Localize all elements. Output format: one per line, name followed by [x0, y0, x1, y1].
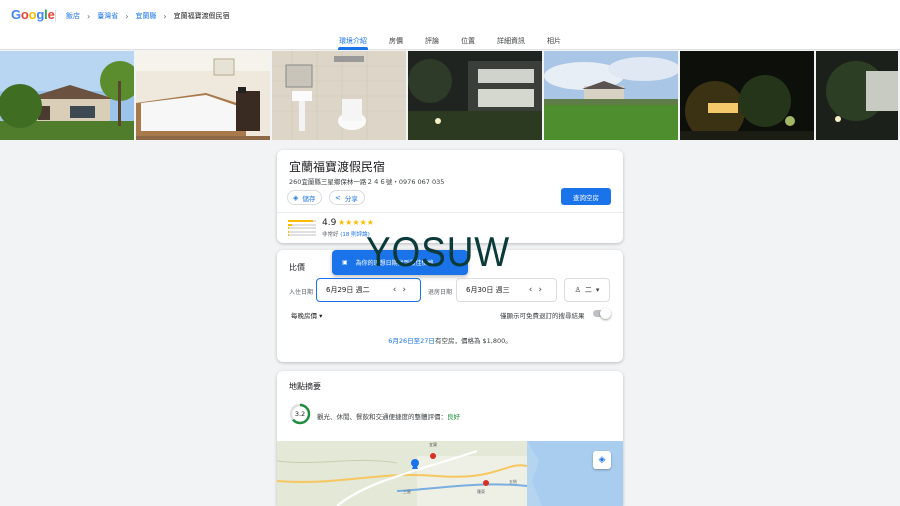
checkout-label: 退房日期 [428, 289, 453, 296]
breadcrumb-county[interactable]: 宜蘭縣 [135, 11, 156, 21]
location-summary-card: 地點摘要 3.2 觀光、休閒、餐飲和交通便捷度的整體評價：良好 宜蘭 五結 羅東… [277, 371, 623, 506]
photo-bedroom[interactable] [136, 51, 270, 140]
share-label: 分享 [344, 194, 358, 203]
person-icon: ♙ [574, 286, 581, 294]
chevron-right-icon: › [87, 11, 91, 21]
rating-bar [288, 230, 316, 233]
tab-overview[interactable]: 環境介紹 [339, 36, 367, 46]
chevron-right-icon: › [125, 11, 129, 21]
location-desc-text: 觀光、休閒、餐飲和交通便捷度的整體評價： [317, 413, 447, 421]
per-night-label: 每晚房價 [291, 312, 317, 320]
tab-photos[interactable]: 相片 [547, 36, 561, 46]
share-icon: < [335, 193, 341, 202]
tab-reviews[interactable]: 評論 [425, 36, 439, 46]
map-label: 羅東 [477, 488, 485, 494]
save-button[interactable]: ◈ 儲存 [287, 190, 323, 205]
tab-prices[interactable]: 房價 [389, 36, 403, 46]
availability-dates-link[interactable]: 6月26日至27日 [388, 337, 435, 345]
breadcrumb-divider [55, 10, 56, 22]
check-availability-button[interactable]: 查詢空房 [561, 188, 611, 205]
map-expand-button[interactable]: ◈ [593, 451, 611, 469]
top-bar: Google 飯店 › 臺灣省 › 宜蘭縣 › 宜蘭福寶渡假民宿 [0, 0, 900, 30]
calendar-icon: ▣ [342, 259, 348, 266]
checkin-value: 6月29日 週二 [326, 286, 370, 294]
photo-night-porch[interactable] [816, 51, 898, 140]
guests-value: 二 [584, 286, 592, 294]
free-cancel-label: 僅顯示可免費退訂的搜尋結果 [500, 312, 585, 320]
guests-select[interactable]: ♙ 二 ▾ [564, 278, 610, 302]
breadcrumb-province[interactable]: 臺灣省 [97, 11, 118, 21]
photo-night-exterior[interactable] [408, 51, 542, 140]
price-section-title: 比價 [289, 263, 305, 272]
map-label: 宜蘭 [429, 441, 437, 447]
photo-rice-field[interactable] [544, 51, 678, 140]
breadcrumb-hotels[interactable]: 飯店 [66, 11, 80, 21]
rating-distribution [288, 220, 316, 238]
photo-night-garden[interactable] [680, 51, 814, 140]
rating-bar [288, 234, 316, 236]
section-tabs: 環境介紹 房價 評論 位置 詳細資訊 相片 [0, 30, 900, 50]
hotel-address: 260宜蘭縣三星鄉保林一路２４６號・0976 067 035 [289, 178, 445, 186]
breadcrumb: 飯店 › 臺灣省 › 宜蘭縣 › 宜蘭福寶渡假民宿 [52, 10, 230, 22]
star-rating-icon: ★★★★★ [338, 218, 374, 227]
chevron-down-icon: ▾ [595, 286, 600, 294]
watermark-text: YOSUW [366, 228, 511, 275]
rating-bar [288, 227, 316, 229]
map-label: 三星 [403, 488, 411, 494]
date-stepper-icon[interactable]: ‹› [529, 285, 548, 295]
photo-exterior[interactable] [0, 51, 134, 140]
free-cancel-toggle[interactable] [593, 308, 611, 319]
hotel-name: 宜蘭福寶渡假民宿 [289, 160, 386, 174]
card-divider [277, 212, 623, 213]
rating-score: 4.9 [322, 218, 337, 228]
breadcrumb-current: 宜蘭福寶渡假民宿 [173, 12, 230, 20]
photo-strip [0, 51, 900, 140]
rating-word: 非常好 [322, 232, 339, 238]
date-stepper-icon[interactable]: ‹› [393, 285, 412, 295]
share-button[interactable]: < 分享 [329, 190, 365, 205]
checkout-date-field[interactable]: 6月30日 週三 ‹› [456, 278, 557, 302]
photo-bathroom[interactable] [272, 51, 406, 140]
availability-text: 6月26日至27日有空房，價格為 $1,800。 [277, 335, 623, 345]
location-score: 3.2 [294, 410, 306, 418]
chevron-right-icon: › [163, 11, 167, 21]
tab-details[interactable]: 詳細資訊 [497, 36, 525, 46]
rating-bar [288, 220, 316, 222]
per-night-dropdown[interactable]: 每晚房價 ▾ [291, 310, 322, 320]
map-label: 五結 [509, 478, 517, 484]
caret-down-icon: ▾ [319, 312, 323, 320]
rating-bar [288, 223, 316, 226]
google-logo[interactable]: Google [11, 7, 55, 22]
checkin-label: 入住日期 [289, 289, 314, 296]
rating-summary: 非常好 (18 則評論) [322, 230, 370, 238]
location-title: 地點摘要 [289, 382, 321, 391]
location-description: 觀光、休閒、餐飲和交通便捷度的整體評價：良好 [317, 411, 460, 421]
checkout-value: 6月30日 週三 [466, 286, 510, 294]
active-tab-indicator [338, 47, 368, 50]
location-rating-word: 良好 [447, 413, 460, 421]
availability-rest: 有空房，價格為 $1,800。 [434, 337, 512, 345]
bookmark-icon: ◈ [293, 193, 299, 202]
tab-location[interactable]: 位置 [461, 36, 475, 46]
save-label: 儲存 [302, 194, 316, 203]
locate-icon: ◈ [598, 455, 606, 465]
checkin-date-field[interactable]: 6月29日 週二 ‹› [316, 278, 421, 302]
location-map[interactable]: 宜蘭 五結 羅東 三星 [277, 441, 623, 506]
